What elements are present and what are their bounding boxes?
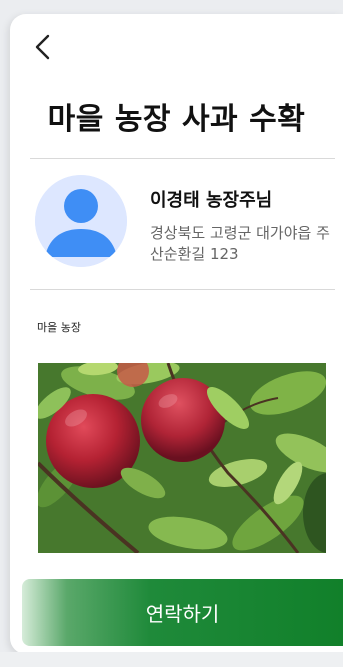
chevron-left-icon <box>35 34 50 60</box>
contact-button[interactable]: 연락하기 <box>22 579 343 646</box>
bottom-edge <box>0 652 343 667</box>
section-label: 마을 농장 <box>37 321 81 334</box>
back-button[interactable] <box>30 32 56 62</box>
apple-tree-photo <box>38 363 326 553</box>
profile-divider <box>30 289 335 290</box>
header-divider <box>30 158 335 159</box>
farm-address: 경상북도 고령군 대가야읍 주산순환길 123 <box>150 224 330 263</box>
farm-detail-card: 마을 농장 사과 수확 이경태 농장주님 경상북도 고령군 대가야읍 주산순환길… <box>10 14 343 654</box>
owner-name: 이경태 농장주님 <box>150 190 273 211</box>
user-avatar-icon <box>35 175 127 267</box>
avatar <box>35 175 127 267</box>
page-title: 마을 농장 사과 수확 <box>47 102 306 137</box>
